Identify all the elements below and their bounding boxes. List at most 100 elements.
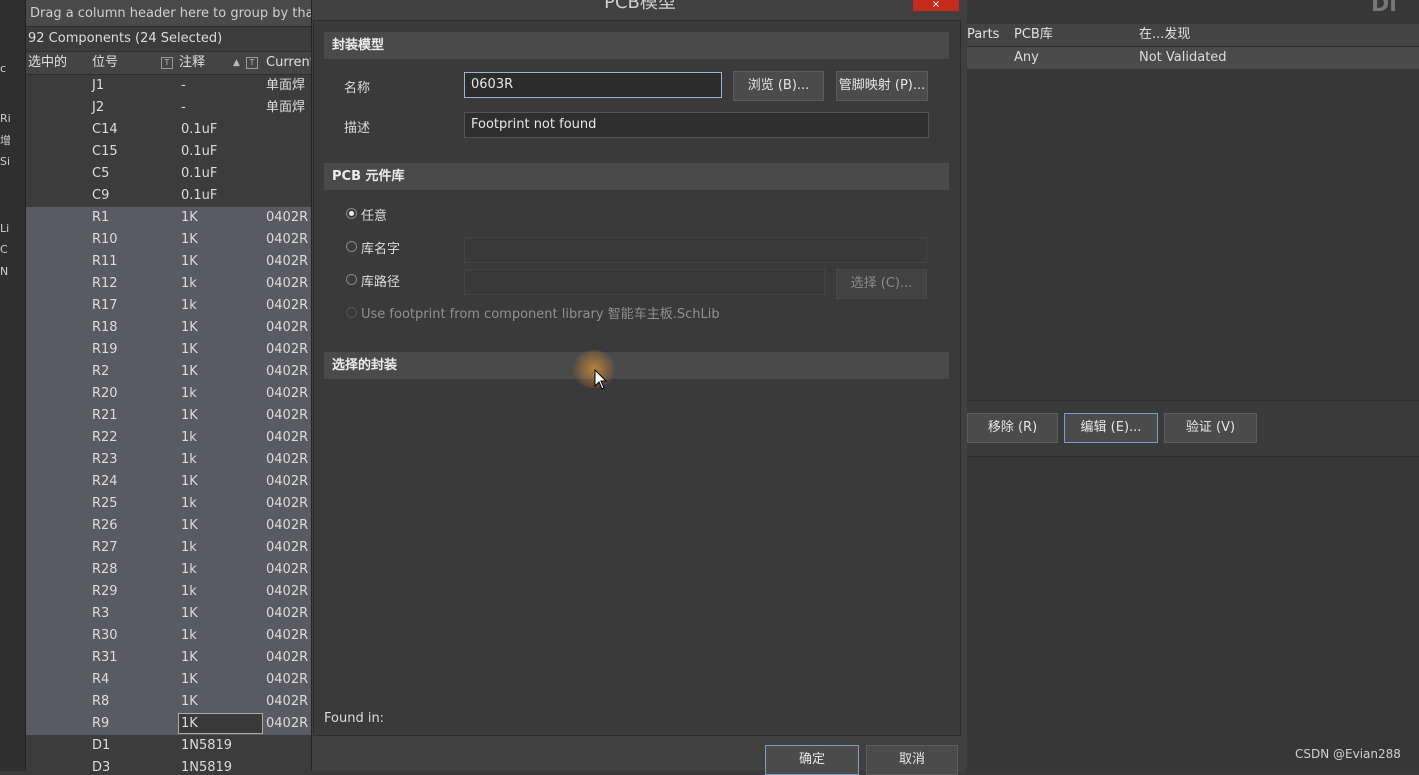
comment-cell: 0.1uF: [181, 188, 218, 203]
table-row[interactable]: R18 1K 0402R: [26, 317, 311, 339]
designator-cell: R9: [92, 716, 110, 731]
table-row[interactable]: R1 1K 0402R: [26, 207, 311, 229]
table-row[interactable]: R19 1K 0402R: [26, 339, 311, 361]
library-path-input[interactable]: [464, 269, 825, 295]
comment-cell: 1k: [181, 540, 197, 555]
close-icon[interactable]: ×: [913, 0, 959, 11]
comment-cell: 1k: [181, 584, 197, 599]
table-row[interactable]: R31 1K 0402R: [26, 647, 311, 669]
model-button-bar: 移除 (R) 编辑 (E)... 验证 (V): [967, 400, 1419, 457]
table-row[interactable]: R8 1K 0402R: [26, 691, 311, 713]
browse-button[interactable]: 浏览 (B)...: [733, 71, 824, 101]
table-row[interactable]: R20 1k 0402R: [26, 383, 311, 405]
remove-button[interactable]: 移除 (R): [967, 413, 1058, 443]
designator-cell: R8: [92, 694, 110, 709]
comment-cell: 0.1uF: [181, 122, 218, 137]
table-row[interactable]: R21 1K 0402R: [26, 405, 311, 427]
edit-button[interactable]: 编辑 (E)...: [1064, 413, 1158, 443]
dialog-body: 封装模型 名称 0603R 浏览 (B)... 管脚映射 (P)... 描述 F…: [313, 20, 961, 736]
table-row[interactable]: C14 0.1uF: [26, 119, 311, 141]
section-footprint-model: 封装模型: [324, 32, 949, 59]
library-name-input[interactable]: [464, 237, 927, 263]
pcb-model-dialog: PCB模型 × 封装模型 名称 0603R 浏览 (B)... 管脚映射 (P)…: [311, 0, 969, 775]
table-row[interactable]: R4 1K 0402R: [26, 669, 311, 691]
comment-cell: 1K: [181, 650, 198, 665]
grid-rows: J1 - 单面焊 J2 - 单面焊 C14 0.1uF C15 0.1uF C5 0.1uF C9 0.1…: [26, 75, 311, 771]
col-comment[interactable]: 注释: [179, 52, 205, 74]
description-field[interactable]: Footprint not found: [464, 112, 929, 138]
table-row[interactable]: C15 0.1uF: [26, 141, 311, 163]
table-row[interactable]: R3 1K 0402R: [26, 603, 311, 625]
footprint-preview-area[interactable]: [324, 381, 949, 711]
table-row[interactable]: D3 1N5819: [26, 757, 311, 771]
comment-cell: 1k: [181, 298, 197, 313]
table-row[interactable]: R22 1k 0402R: [26, 427, 311, 449]
comment-cell: 1k: [181, 496, 197, 511]
table-row[interactable]: R10 1K 0402R: [26, 229, 311, 251]
col-designator[interactable]: 位号: [92, 52, 118, 74]
designator-cell: R29: [92, 584, 118, 599]
table-row[interactable]: R25 1k 0402R: [26, 493, 311, 515]
comment-cell: 0.1uF: [181, 166, 218, 181]
left-strip-glyph-0: c: [0, 62, 7, 75]
designator-cell: C5: [92, 166, 110, 181]
validate-button[interactable]: 验证 (V): [1164, 413, 1257, 443]
comment-cell: 1k: [181, 430, 197, 445]
col-found-in[interactable]: 在...发现: [1139, 24, 1190, 46]
table-row[interactable]: R17 1k 0402R: [26, 295, 311, 317]
table-row[interactable]: C9 0.1uF: [26, 185, 311, 207]
radio-use-component-library[interactable]: [346, 307, 357, 318]
comment-cell: 1K: [181, 606, 198, 621]
model-row[interactable]: Any Not Validated: [967, 47, 1419, 69]
col-pcb-lib[interactable]: PCB库: [1014, 24, 1053, 46]
table-row[interactable]: J1 - 单面焊: [26, 75, 311, 97]
left-strip-glyph-1: Ri: [0, 112, 11, 125]
model-found-status: Not Validated: [1139, 50, 1227, 65]
table-row[interactable]: R27 1k 0402R: [26, 537, 311, 559]
sort-asc-icon[interactable]: ▲: [233, 52, 240, 74]
table-row[interactable]: R11 1K 0402R: [26, 251, 311, 273]
table-row[interactable]: R2 1K 0402R: [26, 361, 311, 383]
left-strip-glyph-5: C: [0, 243, 8, 256]
group-by-bar[interactable]: Drag a column header here to group by th…: [26, 0, 311, 27]
dialog-title: PCB模型: [604, 0, 676, 13]
radio-library-path[interactable]: [346, 274, 357, 285]
col-parts[interactable]: Parts: [967, 24, 999, 46]
table-row[interactable]: R30 1k 0402R: [26, 625, 311, 647]
comment-cell-editor[interactable]: 1K: [178, 713, 263, 734]
radio-library-name[interactable]: [346, 241, 357, 252]
col-selected[interactable]: 选中的: [28, 52, 67, 74]
table-row[interactable]: R12 1k 0402R: [26, 273, 311, 295]
name-label: 名称: [344, 81, 371, 96]
current-footprint-cell: 0402R: [266, 386, 309, 401]
table-row[interactable]: C5 0.1uF: [26, 163, 311, 185]
table-row[interactable]: R28 1k 0402R: [26, 559, 311, 581]
comment-filter-icon[interactable]: T: [246, 52, 258, 74]
footprint-name-input[interactable]: 0603R: [464, 72, 722, 98]
designator-cell: C15: [92, 144, 118, 159]
comment-cell: 1K: [181, 342, 198, 357]
designator-cell: R4: [92, 672, 110, 687]
col-current[interactable]: Current: [266, 52, 311, 74]
current-footprint-cell: 0402R: [266, 628, 309, 643]
comment-cell: 1K: [181, 254, 198, 269]
current-footprint-cell: 单面焊: [266, 78, 306, 93]
current-footprint-cell: 0402R: [266, 364, 309, 379]
designator-cell: R10: [92, 232, 118, 247]
pin-map-button[interactable]: 管脚映射 (P)...: [836, 71, 928, 101]
right-panel: Di Parts PCB库 在...发现 Any Not Validated 移…: [967, 0, 1419, 771]
left-strip-glyph-3: Si: [0, 155, 11, 168]
table-row[interactable]: R24 1K 0402R: [26, 471, 311, 493]
table-row[interactable]: R26 1K 0402R: [26, 515, 311, 537]
radio-any[interactable]: [346, 208, 357, 219]
description-label: 描述: [344, 121, 371, 136]
table-row[interactable]: R29 1k 0402R: [26, 581, 311, 603]
table-row[interactable]: R9 1K 0402R: [26, 713, 311, 735]
designator-cell: R24: [92, 474, 118, 489]
table-row[interactable]: D1 1N5819: [26, 735, 311, 757]
table-row[interactable]: J2 - 单面焊: [26, 97, 311, 119]
choose-button[interactable]: 选择 (C)...: [836, 269, 927, 299]
designator-filter-icon[interactable]: T: [161, 52, 173, 74]
comment-cell: -: [181, 100, 186, 115]
table-row[interactable]: R23 1k 0402R: [26, 449, 311, 471]
